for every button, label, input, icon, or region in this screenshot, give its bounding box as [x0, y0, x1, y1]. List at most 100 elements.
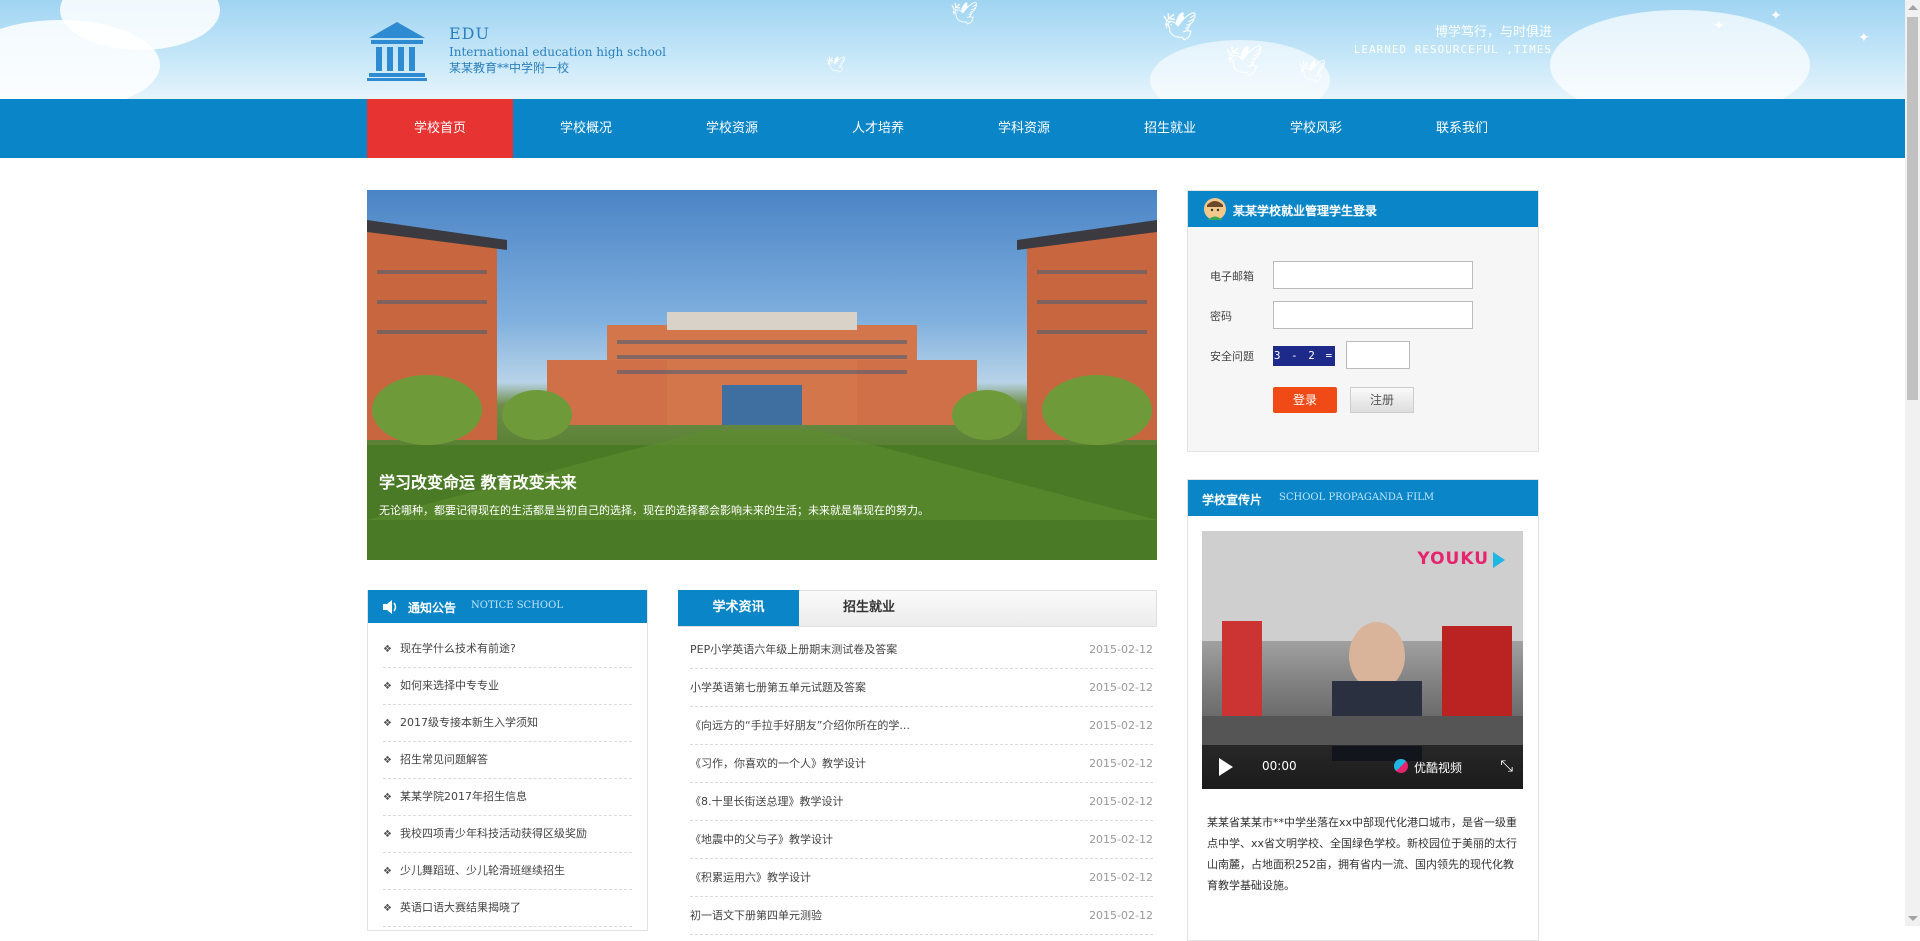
nav-item-home[interactable]: 学校首页	[367, 99, 513, 158]
tab-admissions[interactable]: 招生就业	[829, 590, 909, 626]
diamond-bullet-icon: ❖	[383, 903, 392, 914]
notice-item-link[interactable]: 某某学院2017年招生信息	[400, 790, 527, 803]
news-title[interactable]: 《向远方的“手拉手好朋友”介绍你所在的学...	[690, 719, 910, 732]
film-title: 学校宣传片	[1202, 493, 1263, 507]
news-title[interactable]: 初一语文下册第四单元测验	[690, 909, 822, 922]
dove-icon: 🕊	[950, 2, 978, 27]
news-title[interactable]: 《地震中的父与子》教学设计	[690, 833, 833, 846]
play-icon[interactable]	[1219, 758, 1233, 776]
scroll-up-arrow-icon[interactable]	[1908, 5, 1918, 10]
news-date: 2015-02-12	[1089, 681, 1153, 694]
list-item[interactable]: 《8.十里长街送总理》教学设计 2015-02-12	[690, 783, 1153, 821]
login-button[interactable]: 登录	[1273, 387, 1337, 413]
news-title[interactable]: 小学英语第七册第五单元试题及答案	[690, 681, 866, 694]
banner-caption: 学习改变命运 教育改变未来 无论哪种，都要记得现在的生活都是当初自己的选择，现在…	[379, 472, 929, 520]
list-item[interactable]: ❖ 如何来选择中专专业	[383, 668, 632, 705]
news-title[interactable]: 《积累运用六》教学设计	[690, 871, 811, 884]
diamond-bullet-icon: ❖	[383, 755, 392, 766]
school-description: 某某省某某市**中学坐落在xx中部现代化港口城市，是省一级重点中学、xx省文明学…	[1207, 816, 1518, 892]
dove-icon: 🕊	[1162, 10, 1198, 43]
columns-building-icon	[367, 22, 427, 81]
notice-title-en: NOTICE SCHOOL	[471, 600, 563, 611]
list-item[interactable]: ❖ 少儿舞蹈班、少儿轮滑班继续招生	[383, 853, 632, 890]
list-item[interactable]: ❖ 我校四项青少年科技活动获得区级奖励	[383, 816, 632, 853]
slogan-cn: 博学笃行，与时俱进	[1434, 25, 1552, 40]
dove-icon: 🕊	[826, 55, 847, 74]
nav-item-resources[interactable]: 学校资源	[659, 99, 805, 158]
youku-play-icon	[1493, 552, 1505, 568]
video-player[interactable]: YOUKU 00:00 优酷视频 ⤡	[1202, 531, 1523, 789]
diamond-bullet-icon: ❖	[383, 644, 392, 655]
fullscreen-icon[interactable]: ⤡	[1500, 756, 1513, 776]
list-item[interactable]: ❖ 英语口语大赛结果揭晓了	[383, 890, 632, 927]
notice-item-link[interactable]: 英语口语大赛结果揭晓了	[400, 901, 521, 914]
list-item[interactable]: 《地震中的父与子》教学设计 2015-02-12	[690, 821, 1153, 859]
page-scrollbar[interactable]	[1905, 0, 1920, 926]
list-item[interactable]: 初一语文下册第四单元测验 2015-02-12	[690, 897, 1153, 935]
news-date: 2015-02-12	[1089, 909, 1153, 922]
student-login-panel: 某某学校就业管理学生登录 电子邮箱 密码 安全问题 3 - 2 = 登录 注册	[1187, 190, 1539, 452]
film-header: 学校宣传片 SCHOOL PROPAGANDA FILM	[1188, 480, 1538, 516]
list-item[interactable]: 《习作，你喜欢的一个人》教学设计 2015-02-12	[690, 745, 1153, 783]
list-item[interactable]: ❖ 招生常见问题解答	[383, 742, 632, 779]
news-title[interactable]: PEP小学英语六年级上册期末测试卷及答案	[690, 643, 897, 656]
scroll-down-arrow-icon[interactable]	[1908, 916, 1918, 921]
hero-banner[interactable]: 学习改变命运 教育改变未来 无论哪种，都要记得现在的生活都是当初自己的选择，现在…	[367, 190, 1157, 560]
site-logo-text[interactable]: EDU International education high school …	[449, 24, 666, 76]
notice-item-link[interactable]: 如何来选择中专专业	[400, 679, 499, 692]
email-field[interactable]	[1273, 261, 1473, 289]
list-item[interactable]: ❖ 某某学院2017年招生信息	[383, 779, 632, 816]
notice-item-link[interactable]: 现在学什么技术有前途?	[400, 642, 516, 655]
nav-item-admissions[interactable]: 招生就业	[1097, 99, 1243, 158]
captcha-image[interactable]: 3 - 2 =	[1273, 346, 1335, 366]
diamond-bullet-icon: ❖	[383, 866, 392, 877]
news-title[interactable]: 《8.十里长街送总理》教学设计	[690, 795, 844, 808]
logo-title: EDU	[449, 24, 490, 43]
notice-item-link[interactable]: 2017级专接本新生入学须知	[400, 716, 538, 729]
banner-title: 学习改变命运 教育改变未来	[379, 473, 577, 492]
video-brand: 优酷视频	[1414, 761, 1463, 775]
list-item[interactable]: PEP小学英语六年级上册期末测试卷及答案 2015-02-12	[690, 631, 1153, 669]
email-label: 电子邮箱	[1210, 270, 1254, 283]
notice-item-link[interactable]: 我校四项青少年科技活动获得区级奖励	[400, 827, 587, 840]
news-list: PEP小学英语六年级上册期末测试卷及答案 2015-02-12 小学英语第七册第五…	[678, 627, 1157, 935]
nav-item-contact[interactable]: 联系我们	[1389, 99, 1535, 158]
tab-academic-news[interactable]: 学术资讯	[678, 590, 799, 626]
nav-item-overview[interactable]: 学校概况	[513, 99, 659, 158]
list-item[interactable]: ❖ 现在学什么技术有前途?	[383, 631, 632, 668]
news-date: 2015-02-12	[1089, 871, 1153, 884]
news-panel: 学术资讯 招生就业 PEP小学英语六年级上册期末测试卷及答案 2015-02-12…	[678, 590, 1157, 935]
main-nav: 学校首页 学校概况 学校资源 人才培养 学科资源 招生就业 学校风彩 联系我们	[0, 99, 1905, 158]
list-item[interactable]: 《向远方的“手拉手好朋友”介绍你所在的学... 2015-02-12	[690, 707, 1153, 745]
diamond-bullet-icon: ❖	[383, 829, 392, 840]
logo-subtitle-en: International education high school	[449, 45, 666, 59]
speaker-icon	[383, 600, 397, 614]
site-header: 🕊 🕊 🕊 🕊 🕊 ✦ ✦ ✦ EDU International educat…	[0, 0, 1920, 99]
sparkle-icon: ✦	[1713, 18, 1725, 34]
dove-icon: 🕊	[1225, 44, 1264, 79]
list-item[interactable]: 小学英语第七册第五单元试题及答案 2015-02-12	[690, 669, 1153, 707]
notice-panel: 通知公告 NOTICE SCHOOL ❖ 现在学什么技术有前途? ❖ 如何来选择中专…	[367, 590, 648, 931]
notice-list: ❖ 现在学什么技术有前途? ❖ 如何来选择中专专业 ❖ 2017级专接本新生入学须知 …	[368, 623, 647, 927]
dove-icon: 🕊	[1298, 60, 1326, 85]
student-avatar-icon	[1204, 198, 1226, 220]
notice-header: 通知公告 NOTICE SCHOOL	[368, 590, 647, 623]
list-item[interactable]: ❖ 2017级专接本新生入学须知	[383, 705, 632, 742]
password-field[interactable]	[1273, 301, 1473, 329]
nav-item-style[interactable]: 学校风彩	[1243, 99, 1389, 158]
news-title[interactable]: 《习作，你喜欢的一个人》教学设计	[690, 757, 866, 770]
diamond-bullet-icon: ❖	[383, 792, 392, 803]
sparkle-icon: ✦	[1858, 30, 1870, 46]
notice-item-link[interactable]: 少儿舞蹈班、少儿轮滑班继续招生	[400, 864, 565, 877]
scroll-thumb[interactable]	[1907, 17, 1918, 400]
news-date: 2015-02-12	[1089, 719, 1153, 732]
nav-item-subjects[interactable]: 学科资源	[951, 99, 1097, 158]
captcha-answer-field[interactable]	[1346, 341, 1410, 369]
password-label: 密码	[1210, 310, 1232, 323]
youku-brand-icon	[1394, 759, 1408, 773]
news-date: 2015-02-12	[1089, 833, 1153, 846]
nav-item-talent[interactable]: 人才培养	[805, 99, 951, 158]
notice-item-link[interactable]: 招生常见问题解答	[400, 753, 488, 766]
register-button[interactable]: 注册	[1350, 387, 1414, 413]
list-item[interactable]: 《积累运用六》教学设计 2015-02-12	[690, 859, 1153, 897]
